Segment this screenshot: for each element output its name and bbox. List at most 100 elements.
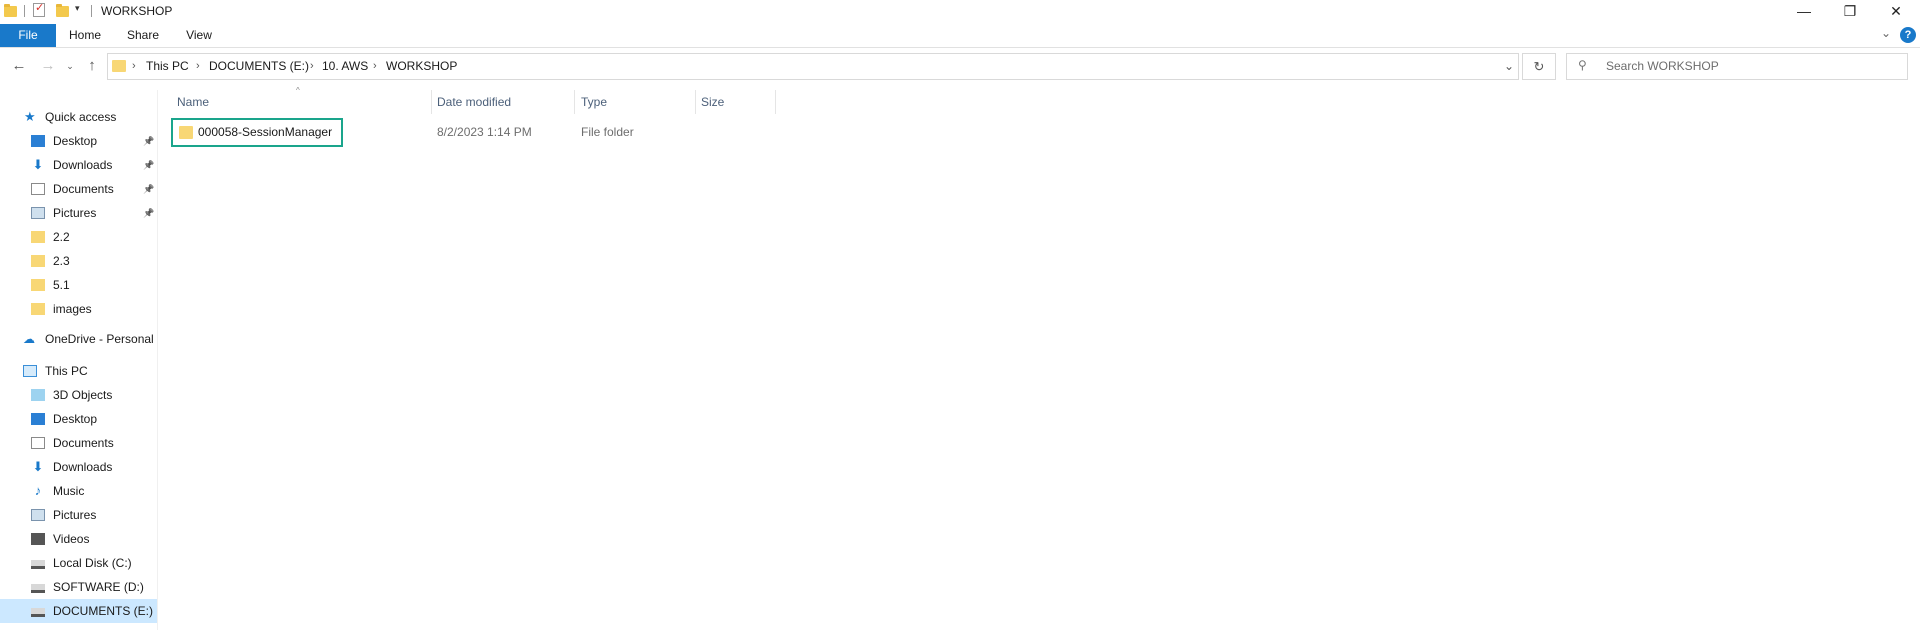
column-divider[interactable] <box>431 90 432 114</box>
nav-quick-access[interactable]: ★ Quick access <box>0 105 157 129</box>
sidebar-item-desktop[interactable]: Desktop <box>0 407 157 431</box>
pin-icon[interactable]: 📌 <box>143 201 154 225</box>
restore-button[interactable]: ❐ <box>1827 0 1873 22</box>
column-header-size[interactable]: Size <box>701 90 724 114</box>
close-button[interactable]: ✕ <box>1873 0 1919 22</box>
breadcrumb-documents-e[interactable]: DOCUMENTS (E:) <box>209 54 309 79</box>
properties-icon[interactable]: ✓ <box>33 2 45 17</box>
recent-locations-button[interactable]: ⌄ <box>64 56 76 76</box>
file-row[interactable]: 000058-SessionManager <box>171 118 343 147</box>
help-icon[interactable]: ? <box>1900 27 1916 43</box>
chevron-down-icon: ⌄ <box>66 61 74 71</box>
star-icon: ★ <box>24 109 36 124</box>
sidebar-item-documents[interactable]: Documents <box>0 431 157 455</box>
nav-label: Documents <box>53 436 114 450</box>
column-header-date-modified[interactable]: Date modified <box>437 90 511 114</box>
column-divider[interactable] <box>695 90 696 114</box>
expand-ribbon-icon[interactable]: ⌄ <box>1881 26 1891 40</box>
sidebar-item-downloads[interactable]: ⬇ Downloads <box>0 455 157 479</box>
nav-label: Pictures <box>53 206 97 220</box>
file-name[interactable]: 000058-SessionManager <box>198 120 332 145</box>
sidebar-item-2-3[interactable]: 2.3 <box>0 249 157 273</box>
folder-icon <box>31 255 45 267</box>
nav-label: 5.1 <box>53 278 70 292</box>
sidebar-item-downloads[interactable]: ⬇ Downloads 📌 <box>0 153 157 177</box>
sidebar-item-music[interactable]: ♪ Music <box>0 479 157 503</box>
sidebar-item-3d-objects[interactable]: 3D Objects <box>0 383 157 407</box>
navigation-pane: ★ Quick access Desktop 📌 ⬇ Downloads 📌 Docume… <box>0 90 157 630</box>
address-dropdown-icon[interactable]: ⌄ <box>1504 54 1514 79</box>
breadcrumb-workshop[interactable]: WORKSHOP <box>386 54 457 79</box>
nav-label: Desktop <box>53 134 98 148</box>
tab-home[interactable]: Home <box>63 24 107 47</box>
breadcrumb-aws[interactable]: 10. AWS <box>322 54 368 79</box>
sidebar-item-software-d[interactable]: SOFTWARE (D:) <box>0 575 157 599</box>
nav-label: 2.2 <box>53 230 70 244</box>
title-bar: ✓ ▾ WORKSHOP — ❐ ✕ <box>0 0 1920 22</box>
customize-toolbar-icon[interactable]: ▾ <box>75 3 80 14</box>
chevron-right-icon[interactable]: › <box>310 54 314 79</box>
back-button[interactable]: ← <box>10 56 28 76</box>
address-bar[interactable]: › This PC › DOCUMENTS (E:) › 10. AWS › W… <box>107 53 1519 80</box>
nav-label: 3D Objects <box>53 388 113 402</box>
ribbon-tabs: File Home Share View ⌄ ? <box>0 24 1920 48</box>
sidebar-item-desktop[interactable]: Desktop 📌 <box>0 129 157 153</box>
minimize-icon: — <box>1797 3 1811 19</box>
search-input[interactable]: Search WORKSHOP <box>1606 54 1719 79</box>
sidebar-item-5-1[interactable]: 5.1 <box>0 273 157 297</box>
sidebar-item-local-disk-c[interactable]: Local Disk (C:) <box>0 551 157 575</box>
breadcrumb-this-pc[interactable]: This PC <box>146 54 189 79</box>
chevron-right-icon[interactable]: › <box>132 54 136 79</box>
new-folder-icon[interactable] <box>56 4 69 17</box>
pin-icon[interactable]: 📌 <box>143 153 154 177</box>
sidebar-item-videos[interactable]: Videos <box>0 527 157 551</box>
column-header-name[interactable]: Name <box>177 90 209 114</box>
nav-label: DOCUMENTS (E:) <box>53 604 153 618</box>
nav-label: This PC <box>45 364 88 378</box>
pictures-icon <box>31 207 45 219</box>
forward-button[interactable]: → <box>39 56 57 76</box>
downloads-icon: ⬇ <box>32 157 44 172</box>
sidebar-item-pictures[interactable]: Pictures 📌 <box>0 201 157 225</box>
desktop-icon <box>31 135 45 147</box>
sidebar-item-documents[interactable]: Documents 📌 <box>0 177 157 201</box>
file-type: File folder <box>581 125 634 139</box>
nav-label: Downloads <box>53 158 113 172</box>
file-date-modified: 8/2/2023 1:14 PM <box>437 125 532 139</box>
pin-icon[interactable]: 📌 <box>143 177 154 201</box>
chevron-right-icon[interactable]: › <box>196 54 200 79</box>
sidebar-item-documents-e[interactable]: DOCUMENTS (E:) <box>0 599 157 623</box>
cloud-icon: ☁ <box>23 332 35 346</box>
search-icon: ⚲ <box>1578 58 1587 72</box>
folder-icon <box>31 231 45 243</box>
nav-onedrive[interactable]: ☁ OneDrive - Personal <box>0 327 157 351</box>
pictures-icon <box>31 509 45 521</box>
chevron-right-icon[interactable]: › <box>373 54 377 79</box>
tab-view[interactable]: View <box>177 24 221 47</box>
arrow-up-icon: ↑ <box>88 57 96 74</box>
videos-icon <box>31 533 45 545</box>
pin-icon[interactable]: 📌 <box>143 129 154 153</box>
documents-icon <box>31 437 45 449</box>
column-divider[interactable] <box>775 90 776 114</box>
tab-share[interactable]: Share <box>121 24 165 47</box>
column-divider[interactable] <box>574 90 575 114</box>
close-icon: ✕ <box>1890 2 1902 19</box>
nav-pane-divider <box>157 90 158 630</box>
sidebar-item-2-2[interactable]: 2.2 <box>0 225 157 249</box>
nav-label: images <box>53 302 92 316</box>
minimize-button[interactable]: — <box>1781 0 1827 22</box>
search-box[interactable]: ⚲ Search WORKSHOP <box>1566 53 1908 80</box>
column-header-type[interactable]: Type <box>581 90 607 114</box>
folder-icon <box>31 303 45 315</box>
sidebar-item-pictures[interactable]: Pictures <box>0 503 157 527</box>
nav-this-pc[interactable]: This PC <box>0 359 157 383</box>
sort-ascending-icon: ^ <box>296 86 300 95</box>
sidebar-item-images[interactable]: images <box>0 297 157 321</box>
documents-icon <box>31 183 45 195</box>
up-button[interactable]: ↑ <box>83 56 101 76</box>
nav-label: Videos <box>53 532 90 546</box>
tab-file[interactable]: File <box>0 24 56 47</box>
refresh-button[interactable]: ↻ <box>1522 53 1556 80</box>
desktop-icon <box>31 413 45 425</box>
